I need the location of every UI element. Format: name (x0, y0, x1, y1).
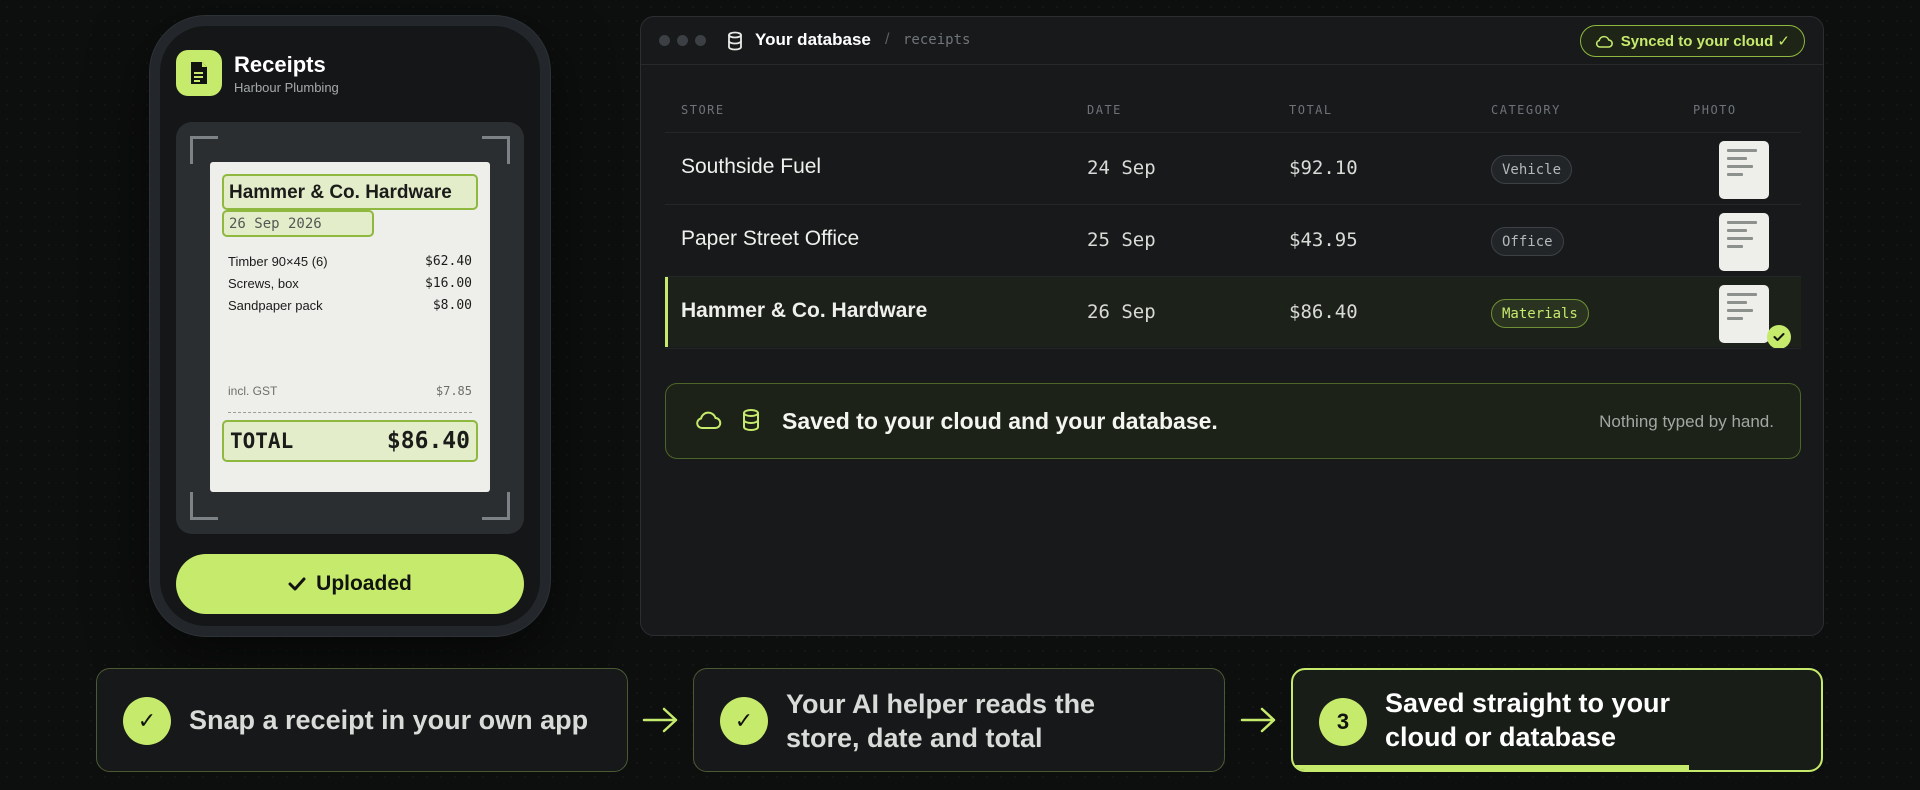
sync-label: Synced to your cloud ✓ (1620, 33, 1790, 50)
step-number: 3 (1319, 698, 1367, 746)
receipt-photo-thumbnail[interactable] (1719, 213, 1769, 271)
scan-corner (190, 136, 218, 164)
cloud-icon (694, 410, 722, 435)
item-price: $16.00 (425, 276, 472, 291)
scan-corner (482, 136, 510, 164)
category-tag: Office (1491, 227, 1564, 256)
category-tag: Materials (1491, 299, 1589, 328)
window-dot[interactable] (677, 35, 688, 46)
item-price: $8.00 (432, 298, 472, 313)
step-3-card[interactable]: 3 Saved straight to your cloud or databa… (1291, 668, 1823, 772)
step-check-icon: ✓ (720, 697, 768, 745)
app-subtitle: Harbour Plumbing (234, 80, 339, 95)
table-row-new[interactable]: Hammer & Co. Hardware 26 Sep $86.40 Mate… (665, 277, 1801, 349)
window-dot[interactable] (695, 35, 706, 46)
database-icon (727, 31, 743, 56)
receipt-gst: incl. GST $7.85 (228, 384, 472, 398)
table-row[interactable]: Southside Fuel 24 Sep $92.10 Vehicle (665, 133, 1801, 203)
cell-store: Southside Fuel (681, 155, 822, 178)
scan-corner (190, 492, 218, 520)
table-row[interactable]: Paper Street Office 25 Sep $43.95 Office (665, 205, 1801, 275)
cell-total: $86.40 (1289, 301, 1358, 323)
arrow-right-icon (1240, 707, 1276, 733)
breadcrumb-path[interactable]: receipts (903, 32, 970, 48)
item-name: Sandpaper pack (228, 298, 323, 313)
check-icon (288, 577, 306, 591)
column-header-date[interactable]: DATE (1087, 103, 1122, 117)
cell-total: $92.10 (1289, 157, 1358, 179)
uploaded-label: Uploaded (316, 572, 412, 595)
receipt-line-item: Timber 90×45 (6) $62.40 (228, 254, 472, 269)
step-2-card[interactable]: ✓ Your AI helper reads the store, date a… (693, 668, 1225, 772)
cell-store: Paper Street Office (681, 227, 860, 250)
window-dot[interactable] (659, 35, 670, 46)
receipt-total-highlight: TOTAL $86.40 (222, 420, 478, 462)
step-text: Snap a receipt in your own app (189, 705, 589, 735)
column-header-category[interactable]: CATEGORY (1491, 103, 1561, 117)
receipt-line-item: Sandpaper pack $8.00 (228, 298, 472, 313)
step-text: Saved straight to your cloud or database (1385, 686, 1670, 754)
total-label: TOTAL (230, 429, 294, 453)
database-title: Your database (755, 30, 871, 49)
receipt-image: Hammer & Co. Hardware 26 Sep 2026 Timber… (210, 162, 490, 492)
total-value: $86.40 (386, 428, 470, 454)
cell-store: Hammer & Co. Hardware (681, 299, 928, 322)
receipt-photo-thumbnail[interactable] (1719, 141, 1769, 199)
scan-corner (482, 492, 510, 520)
sync-status-badge: Synced to your cloud ✓ (1579, 25, 1805, 57)
column-header-total[interactable]: TOTAL (1289, 103, 1333, 117)
app-title: Receipts (234, 52, 326, 77)
database-window: Your database / receipts Synced to your … (640, 16, 1824, 636)
cell-date: 24 Sep (1087, 157, 1156, 179)
check-icon (1767, 325, 1791, 349)
receipt-divider (228, 412, 472, 413)
step-text: Your AI helper reads the store, date and… (786, 687, 1095, 755)
item-name: Screws, box (228, 276, 299, 291)
step-progress-bar (1293, 765, 1689, 770)
step-text-line: Saved straight to your (1385, 688, 1671, 718)
cell-total: $43.95 (1289, 229, 1358, 251)
gst-label: incl. GST (228, 384, 278, 398)
breadcrumb-separator: / (885, 31, 890, 48)
receipt-date-highlight: 26 Sep 2026 (222, 210, 374, 237)
category-tag: Vehicle (1491, 155, 1573, 184)
step-text-line: cloud or database (1385, 722, 1617, 752)
saved-message: Saved to your cloud and your database. (782, 408, 1218, 434)
phone-mockup: Receipts Harbour Plumbing Hammer & Co. H… (150, 16, 550, 636)
receipt-line-item: Screws, box $16.00 (228, 276, 472, 291)
step-text-line: Your AI helper reads the (786, 689, 1096, 719)
table-divider (665, 348, 1801, 349)
column-header-photo[interactable]: PHOTO (1693, 103, 1737, 117)
item-name: Timber 90×45 (6) (228, 254, 328, 269)
column-header-store[interactable]: STORE (681, 103, 725, 117)
saved-confirmation-banner: Saved to your cloud and your database. N… (665, 383, 1801, 459)
saved-note: Nothing typed by hand. (1599, 412, 1774, 431)
camera-scan-area: Hammer & Co. Hardware 26 Sep 2026 Timber… (176, 122, 524, 534)
step-text-line: store, date and total (786, 723, 1043, 753)
receipt-photo-thumbnail[interactable] (1719, 285, 1769, 343)
arrow-right-icon (642, 707, 678, 733)
step-1-card[interactable]: ✓ Snap a receipt in your own app (96, 668, 628, 772)
step-check-icon: ✓ (123, 697, 171, 745)
cloud-icon (1595, 35, 1613, 48)
document-icon (176, 50, 222, 96)
cell-date: 25 Sep (1087, 229, 1156, 251)
cell-date: 26 Sep (1087, 301, 1156, 323)
receipt-store-highlight: Hammer & Co. Hardware (222, 174, 478, 210)
item-price: $62.40 (425, 254, 472, 269)
database-icon (742, 408, 760, 437)
gst-value: $7.85 (435, 384, 472, 398)
uploaded-button[interactable]: Uploaded (176, 554, 524, 614)
window-titlebar: Your database / receipts Synced to your … (641, 17, 1823, 65)
